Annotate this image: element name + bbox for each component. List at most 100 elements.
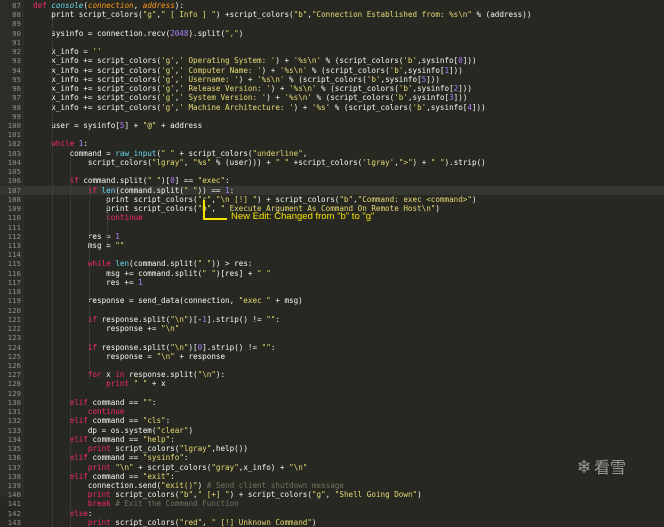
code-line[interactable]: 100 user = sysinfo[5] + "@" + address <box>0 121 664 130</box>
code-token: ) +script_colors( <box>215 10 294 20</box>
code-token: "\n" <box>156 351 175 361</box>
code-token: )[res] + <box>215 268 258 278</box>
code-line[interactable]: 96 x_info += script_colors('g',' Release… <box>0 84 664 93</box>
code-line[interactable]: 93 x_info += script_colors('g',' Operati… <box>0 56 664 65</box>
code-line[interactable]: 121 if response.split("\n")[-1].strip() … <box>0 315 664 324</box>
code-token: " " <box>197 259 212 269</box>
code-line[interactable]: 129 <box>0 389 664 398</box>
code-line[interactable]: 139 connection.send("exit()") # Send cli… <box>0 481 664 490</box>
code-line[interactable]: 136 elif command == "sysinfo": <box>0 453 664 462</box>
line-number: 139 <box>7 480 21 490</box>
code-line[interactable]: 113 msg = "" <box>0 241 664 250</box>
code-token: '%s\n' <box>293 56 322 66</box>
line-number: 93 <box>12 56 21 66</box>
code-line[interactable]: 112 res = 1 <box>0 232 664 241</box>
code-line[interactable]: 124 if response.split("\n")[0].strip() !… <box>0 343 664 352</box>
code-token: '%s\n' <box>257 74 285 84</box>
code-line[interactable]: 97 x_info += script_colors('g',' System … <box>0 93 664 102</box>
code-line[interactable]: 95 x_info += script_colors('g',' Usernam… <box>0 75 664 84</box>
code-line[interactable]: 119 response = send_data(connection, "ex… <box>0 296 664 305</box>
code-line[interactable]: 132 elif command == "cls": <box>0 416 664 425</box>
code-token: "Command: exec <command>" <box>357 194 472 204</box>
code-line[interactable]: 117 res += 1 <box>0 278 664 287</box>
code-line[interactable]: 125 response = "\n" + response <box>0 352 664 361</box>
code-line[interactable]: 108 print script_colors("r","\n [!] ") +… <box>0 195 664 204</box>
code-token: ])) <box>449 65 463 75</box>
code-line[interactable]: 142 else: <box>0 509 664 518</box>
code-token: 'lgray' <box>362 157 395 167</box>
line-number: 129 <box>7 388 21 398</box>
code-token: print <box>87 517 111 527</box>
line-number: 119 <box>7 296 21 306</box>
code-token: ) + script_colors( <box>229 490 312 500</box>
code-token: : <box>229 185 235 195</box>
line-number: 115 <box>7 259 21 269</box>
code-line[interactable]: 102 while 1: <box>0 139 664 148</box>
code-line[interactable]: 106 if command.split(" ")[0] == "exec": <box>0 176 664 185</box>
code-line[interactable]: 123 <box>0 333 664 342</box>
code-editor[interactable]: 87 def console(connection, address): 88 pr… <box>0 0 664 527</box>
code-line[interactable]: 131 continue <box>0 407 664 416</box>
code-token: " [ Info ] " <box>161 10 216 20</box>
code-token: continue <box>87 407 125 417</box>
code-line[interactable]: 107 if len(command.split(" ")) == 1: <box>0 185 664 195</box>
code-line[interactable]: 127 for x in response.split("\n"): <box>0 370 664 379</box>
code-token: ] == <box>174 176 198 186</box>
code-line[interactable]: 138 elif command == "exit": <box>0 472 664 481</box>
code-line[interactable]: 89 <box>0 19 664 28</box>
line-code: script_colors("lgray", "%s" % (user))) +… <box>33 158 486 167</box>
code-line[interactable]: 135 print script_colors("lgray",help()) <box>0 444 664 453</box>
code-line[interactable]: 87 def console(connection, address): <box>0 1 664 10</box>
code-token: command == <box>87 416 143 426</box>
code-line[interactable]: 141 break # Exit the Command Function <box>0 499 664 508</box>
code-line[interactable]: 137 print "\n" + script_colors("gray",x_… <box>0 463 664 472</box>
code-line[interactable]: 90 sysinfo = connection.recv(2048).split… <box>0 29 664 38</box>
line-number: 104 <box>7 157 21 167</box>
code-line[interactable]: 120 <box>0 306 664 315</box>
code-line[interactable]: 103 command = raw_input(" " + script_col… <box>0 149 664 158</box>
code-line[interactable]: 115 while len(command.split(" ")) > res: <box>0 259 664 268</box>
code-line[interactable]: 104 script_colors("lgray", "%s" % (user)… <box>0 158 664 167</box>
code-line[interactable]: 98 x_info += script_colors('g',' Machine… <box>0 103 664 112</box>
line-code: x_info += script_colors('g',' Machine Ar… <box>33 103 485 112</box>
code-token: res = <box>33 231 116 241</box>
code-token: % (script_colors( <box>284 74 367 84</box>
code-token: address <box>142 1 175 10</box>
code-line[interactable]: 92 x_info = '' <box>0 47 664 56</box>
code-token: '%s\n' <box>279 65 308 75</box>
code-line[interactable]: 118 <box>0 287 664 296</box>
code-token: 'b' <box>366 74 381 84</box>
indent-guide <box>107 194 108 250</box>
code-line[interactable]: 134 elif command == "help": <box>0 435 664 444</box>
code-line[interactable]: 101 <box>0 130 664 139</box>
line-number: 100 <box>7 120 21 130</box>
code-line[interactable]: 116 msg += command.split(" ")[res] + " " <box>0 269 664 278</box>
line-number: 143 <box>7 517 21 527</box>
code-token: continue <box>106 213 143 223</box>
code-line[interactable]: 91 <box>0 38 664 47</box>
code-line[interactable]: 105 <box>0 167 664 176</box>
line-code: for x in response.split("\n"): <box>33 370 225 379</box>
code-line[interactable]: 114 <box>0 250 664 259</box>
code-line[interactable]: 140 print script_colors("b", " [+] ") + s… <box>0 490 664 499</box>
code-token: ].strip() != <box>202 342 262 352</box>
code-line[interactable]: 111 <box>0 223 664 232</box>
line-number: 108 <box>7 194 21 204</box>
code-token: ,sysinfo[ <box>417 56 459 66</box>
code-line[interactable]: 130 elif command == "": <box>0 398 664 407</box>
code-line[interactable]: 126 <box>0 361 664 370</box>
code-line[interactable]: 122 response += "\n" <box>0 324 664 333</box>
code-token: elif <box>69 416 88 426</box>
code-line[interactable]: 99 <box>0 112 664 121</box>
code-token: "sysinfo" <box>142 453 184 463</box>
code-line[interactable]: 94 x_info += script_colors('g',' Compute… <box>0 66 664 75</box>
code-line[interactable]: 133 dp = os.system("clear") <box>0 426 664 435</box>
code-token: ) + <box>270 84 290 94</box>
line-number: 137 <box>7 462 21 472</box>
code-line[interactable]: 88 print script_colors("g"," [ Info ] ")… <box>0 10 664 19</box>
code-line[interactable]: 143 print script_colors("red", " [!] Unk… <box>0 518 664 527</box>
code-line[interactable]: 128 print " " + x <box>0 379 664 388</box>
